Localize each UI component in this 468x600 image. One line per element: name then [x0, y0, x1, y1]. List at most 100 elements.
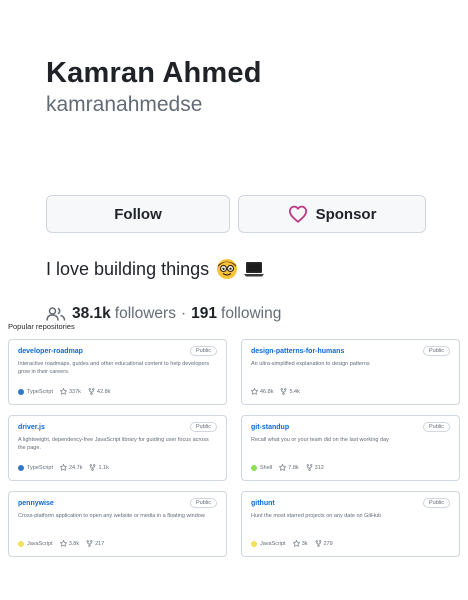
- repo-visibility-badge: Public: [423, 498, 450, 508]
- profile-header: Kamran Ahmed kamranahmedse Follow Sponso…: [46, 55, 426, 322]
- repo-forks-link[interactable]: 42.8k: [88, 388, 110, 395]
- repo-name-link[interactable]: driver.js: [18, 424, 45, 431]
- language-color-dot-icon: [251, 464, 257, 471]
- language-color-dot-icon: [18, 540, 24, 547]
- profile-name: Kamran Ahmed: [46, 57, 262, 89]
- repo-forks-count: 42.8k: [96, 388, 111, 395]
- repo-meta: JavaScript 3.8k 217: [18, 540, 111, 547]
- repo-stars-link[interactable]: 24.7k: [60, 464, 82, 471]
- repo-meta: JavaScript 3k 279: [251, 540, 340, 547]
- sponsor-button[interactable]: Sponsor: [238, 195, 426, 233]
- star-icon: [60, 388, 69, 395]
- repo-stars-count: 46.8k: [260, 388, 274, 395]
- repo-meta: TypeScript 337k 42.8k: [18, 388, 117, 395]
- repo-stars-link[interactable]: 3.8k: [59, 540, 80, 547]
- repo-card: pennywise Public Cross-platform applicatio…: [8, 491, 227, 557]
- repo-stars-count: 3k: [301, 540, 308, 547]
- heart-icon: [288, 205, 308, 223]
- follow-stats: 38.1k followers · 191 following: [46, 305, 281, 323]
- laptop-emoji-icon: [242, 259, 266, 279]
- repo-description: Interactive roadmaps, guides and other e…: [18, 361, 210, 375]
- repo-visibility-badge: Public: [190, 346, 217, 356]
- fork-icon: [280, 388, 289, 395]
- repo-description: Cross-platform application to open any w…: [18, 513, 205, 519]
- repo-card: driver.js Public A lightweight, dependency…: [8, 415, 227, 481]
- profile-actions: Follow Sponsor: [46, 195, 426, 233]
- fork-icon: [88, 388, 97, 395]
- repo-name-link[interactable]: githunt: [251, 500, 275, 507]
- language-color-dot-icon: [251, 540, 257, 547]
- repo-language-label: Shell: [260, 464, 273, 471]
- repo-card: githunt Public Hunt the most starred proje…: [241, 491, 460, 557]
- profile-login: kamranahmedse: [46, 93, 203, 116]
- repo-stars-link[interactable]: 337k: [60, 388, 81, 395]
- repo-name-link[interactable]: pennywise: [18, 500, 54, 507]
- nerd-face-emoji-icon: [216, 258, 238, 280]
- repo-language: TypeScript: [18, 388, 53, 395]
- repo-card: design-patterns-for-humans Public An ultra…: [241, 339, 460, 405]
- followers-count[interactable]: 38.1k: [72, 305, 111, 323]
- repo-card: git-standup Public Recall what you or your…: [241, 415, 460, 481]
- repo-language: Shell: [251, 464, 273, 471]
- repo-card: developer-roadmap Public Interactive roadm…: [8, 339, 227, 405]
- repo-language-label: JavaScript: [27, 540, 53, 547]
- following-count[interactable]: 191: [191, 305, 217, 323]
- profile-bio: I love building things: [46, 258, 266, 280]
- repo-forks-link[interactable]: 217: [86, 540, 104, 547]
- bio-text: I love building things: [46, 258, 210, 279]
- repo-meta: TypeScript 24.7k 1.1k: [18, 464, 116, 471]
- repo-forks-count: 312: [314, 464, 324, 471]
- repo-forks-count: 217: [95, 540, 105, 547]
- repo-forks-link[interactable]: 312: [306, 464, 324, 471]
- language-color-dot-icon: [18, 388, 24, 395]
- repo-visibility-badge: Public: [423, 346, 450, 356]
- fork-icon: [86, 540, 95, 547]
- follow-button[interactable]: Follow: [46, 195, 230, 233]
- star-icon: [279, 464, 288, 471]
- language-color-dot-icon: [18, 464, 24, 471]
- fork-icon: [306, 464, 315, 471]
- repo-name-link[interactable]: developer-roadmap: [18, 348, 83, 355]
- repo-description: Hunt the most starred projects on any da…: [251, 513, 382, 519]
- repo-forks-link[interactable]: 5.4k: [280, 388, 300, 395]
- repo-forks-count: 279: [323, 540, 333, 547]
- repo-language: JavaScript: [251, 540, 286, 547]
- fork-icon: [89, 464, 98, 471]
- repo-stars-link[interactable]: 46.8k: [251, 388, 273, 395]
- repo-language: JavaScript: [18, 540, 53, 547]
- followers-label[interactable]: followers: [115, 305, 176, 323]
- repo-description: A lightweight, dependency-free JavaScrip…: [18, 437, 209, 451]
- repo-description: An ultra-simplified explanation to desig…: [251, 361, 370, 367]
- star-icon: [60, 464, 69, 471]
- star-icon: [59, 540, 69, 547]
- repo-forks-count: 1.1k: [98, 464, 109, 471]
- repo-visibility-badge: Public: [190, 498, 217, 508]
- repo-visibility-badge: Public: [423, 422, 450, 432]
- repo-language-label: JavaScript: [260, 540, 286, 547]
- repo-meta: 46.8k 5.4k: [251, 388, 307, 395]
- sponsor-button-label: Sponsor: [315, 205, 377, 223]
- following-label[interactable]: following: [221, 305, 281, 323]
- star-icon: [251, 388, 260, 395]
- repo-language-label: TypeScript: [27, 388, 53, 395]
- repo-meta: Shell 7.8k 312: [251, 464, 331, 471]
- fork-icon: [315, 540, 324, 547]
- repo-stars-count: 7.8k: [288, 464, 299, 471]
- follow-button-label: Follow: [114, 205, 162, 223]
- repo-description: Recall what you or your team did on the …: [251, 437, 389, 443]
- repo-stars-link[interactable]: 3k: [292, 540, 308, 547]
- star-icon: [292, 540, 302, 547]
- stats-separator: ·: [180, 305, 187, 322]
- repo-language-label: TypeScript: [27, 464, 53, 471]
- repo-forks-link[interactable]: 279: [315, 540, 333, 547]
- people-icon: [46, 306, 66, 322]
- repo-stars-count: 3.8k: [68, 540, 80, 547]
- repo-forks-link[interactable]: 1.1k: [89, 464, 109, 471]
- repo-forks-count: 5.4k: [289, 388, 300, 395]
- repo-stars-link[interactable]: 7.8k: [279, 464, 299, 471]
- repo-language: TypeScript: [18, 464, 53, 471]
- repo-stars-count: 24.7k: [68, 464, 83, 471]
- repo-name-link[interactable]: design-patterns-for-humans: [251, 348, 344, 355]
- repo-stars-count: 337k: [68, 388, 81, 395]
- repo-name-link[interactable]: git-standup: [251, 424, 289, 431]
